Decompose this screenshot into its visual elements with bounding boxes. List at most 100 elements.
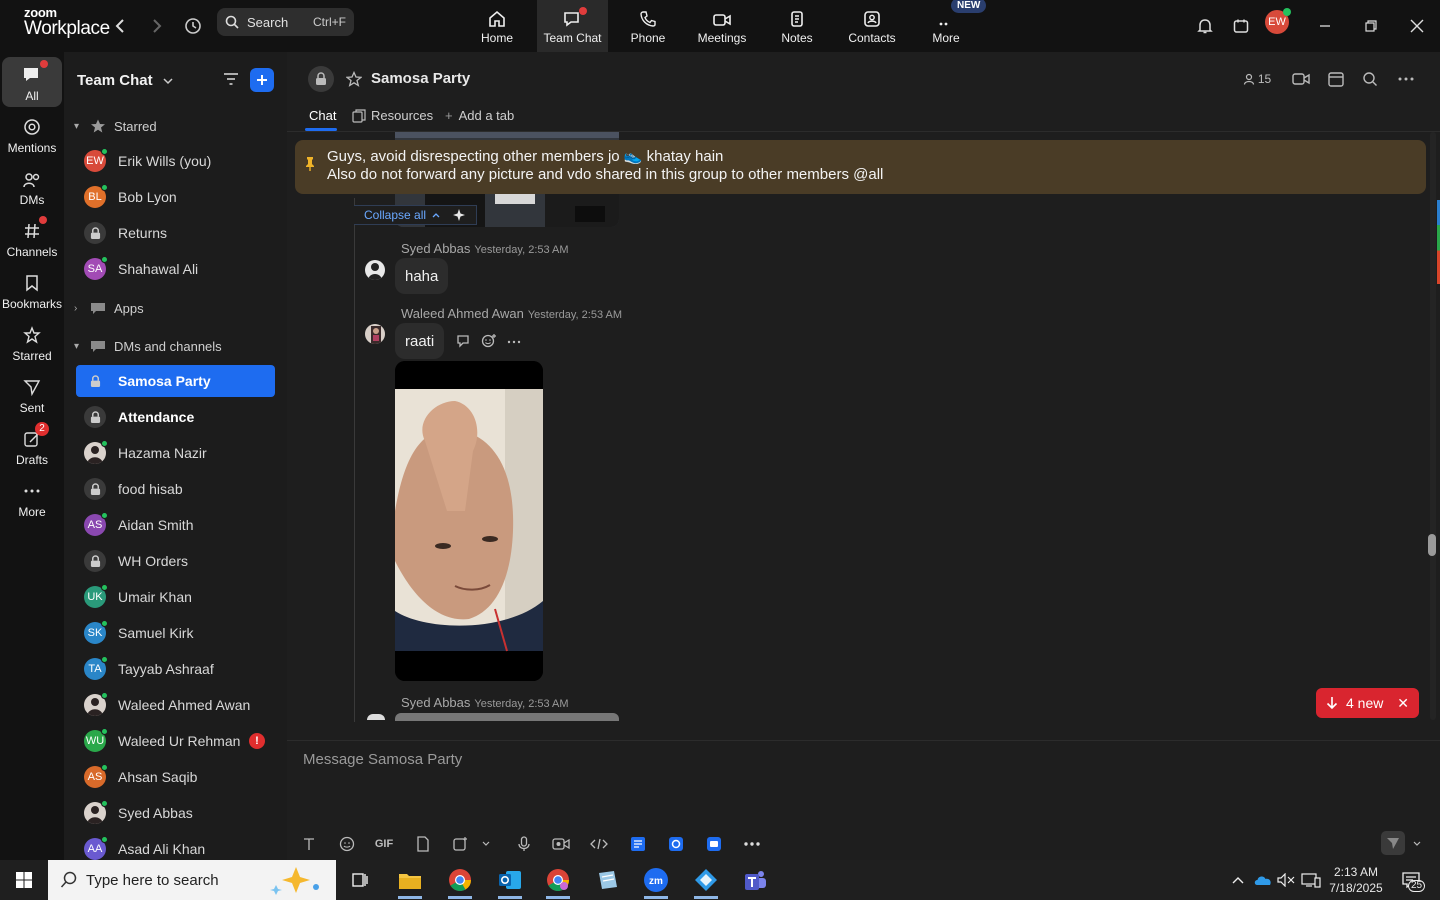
close-icon[interactable] <box>1403 12 1431 40</box>
nav-team-chat[interactable]: Team Chat <box>537 0 608 52</box>
volume-muted-icon[interactable] <box>1276 860 1296 900</box>
maximize-icon[interactable] <box>1357 12 1385 40</box>
network-icon[interactable] <box>1300 860 1322 900</box>
video-message-icon[interactable] <box>550 833 572 855</box>
nav-phone[interactable]: Phone <box>624 0 672 52</box>
avatar-syed-abbas[interactable] <box>365 260 385 280</box>
shared-photo[interactable] <box>395 361 543 681</box>
nav-meetings[interactable]: Meetings <box>692 0 752 52</box>
nav-home[interactable]: Home <box>473 0 521 52</box>
sidebar-item-waleed-ur-rehman[interactable]: WU Waleed Ur Rehman! <box>76 725 275 757</box>
rail-more[interactable]: More <box>2 473 62 523</box>
message-input[interactable]: Message Samosa Party <box>303 751 462 768</box>
message-bubble[interactable]: raati <box>395 323 445 359</box>
screenshot-icon[interactable] <box>449 833 471 855</box>
section-dms-channels[interactable]: ▾ DMs and channels <box>74 335 222 357</box>
rail-bookmarks[interactable]: Bookmarks <box>2 265 62 315</box>
sender-name[interactable]: Syed Abbas <box>401 241 470 256</box>
add-reaction-icon[interactable] <box>481 333 497 349</box>
sidebar-item-returns[interactable]: Returns <box>76 217 275 249</box>
rail-starred[interactable]: Starred <box>2 317 62 367</box>
sidebar-item-food-hisab[interactable]: food hisab <box>76 473 275 505</box>
message-bubble[interactable]: haha <box>395 258 449 294</box>
nav-notes[interactable]: Notes <box>773 0 821 52</box>
sidebar-item-samosa-party[interactable]: Samosa Party <box>76 365 275 397</box>
zoom-app-icon[interactable]: zm <box>636 864 676 899</box>
notifications-icon[interactable]: 25 <box>1394 860 1428 900</box>
whiteboard-app-icon[interactable] <box>665 833 687 855</box>
collapse-all-button[interactable]: Collapse all <box>354 205 478 225</box>
calendar-icon[interactable] <box>1227 12 1255 40</box>
forward-icon[interactable] <box>143 12 171 40</box>
outlook-icon[interactable] <box>490 864 530 899</box>
sender-name[interactable]: Syed Abbas <box>401 695 470 710</box>
more-options-icon[interactable] <box>1393 68 1419 90</box>
pinned-message-banner[interactable]: Guys, avoid disrespecting other members … <box>295 140 1426 194</box>
new-messages-button[interactable]: 4 new ✕ <box>1316 688 1419 718</box>
chrome-profile-icon[interactable] <box>538 864 578 899</box>
search-box[interactable]: Search Ctrl+F <box>217 8 354 36</box>
rail-sent[interactable]: Sent <box>2 369 62 419</box>
windows-start-icon[interactable] <box>4 864 44 896</box>
taskbar-search[interactable]: Type here to search <box>48 860 336 900</box>
rail-dms[interactable]: DMs <box>2 161 62 211</box>
onedrive-icon[interactable] <box>1252 860 1274 900</box>
sidebar-item-waleed-ahmed-awan[interactable]: Waleed Ahmed Awan <box>76 689 275 721</box>
video-call-icon[interactable] <box>1288 68 1314 90</box>
sidebar-item-bob-lyon[interactable]: BL Bob Lyon <box>76 181 275 213</box>
sidebar-item-erik-wills-you[interactable]: EW Erik Wills (you) <box>76 145 275 177</box>
tab-add[interactable]: + Add a tab <box>445 108 514 123</box>
sidebar-item-syed-abbas[interactable]: Syed Abbas <box>76 797 275 829</box>
text-format-icon[interactable] <box>298 833 320 855</box>
avatar-syed-abbas[interactable] <box>367 714 385 720</box>
teams-icon[interactable] <box>734 864 774 896</box>
close-icon[interactable]: ✕ <box>1397 695 1409 712</box>
search-icon[interactable] <box>1357 68 1383 90</box>
gif-icon[interactable]: GIF <box>373 833 395 855</box>
back-icon[interactable] <box>106 12 134 40</box>
code-icon[interactable] <box>588 833 610 855</box>
message-more-icon[interactable] <box>506 333 522 349</box>
notepad-app-icon[interactable] <box>588 864 628 896</box>
task-view-icon[interactable] <box>340 864 380 896</box>
emoji-icon[interactable] <box>336 833 358 855</box>
chrome-icon[interactable] <box>440 864 480 899</box>
send-button[interactable] <box>1381 831 1405 855</box>
sidebar-item-samuel-kirk[interactable]: SK Samuel Kirk <box>76 617 275 649</box>
sidebar-title[interactable]: Team Chat <box>77 72 173 89</box>
sidebar-item-tayyab-ashraaf[interactable]: TA Tayyab Ashraaf <box>76 653 275 685</box>
members-button[interactable]: 15 <box>1237 68 1277 90</box>
sidebar-item-aidan-smith[interactable]: AS Aidan Smith <box>76 509 275 541</box>
new-chat-button[interactable] <box>250 68 274 92</box>
star-icon[interactable] <box>346 71 362 87</box>
channel-name[interactable]: Samosa Party <box>371 70 470 87</box>
history-icon[interactable] <box>179 12 207 40</box>
bell-icon[interactable] <box>1191 12 1219 40</box>
chevron-down-icon[interactable] <box>475 833 497 855</box>
scrollbar-thumb[interactable] <box>1428 534 1436 556</box>
tab-chat[interactable]: Chat <box>309 108 336 123</box>
more-tools-icon[interactable] <box>741 833 763 855</box>
chevron-up-icon[interactable] <box>1228 860 1248 900</box>
sidebar-item-shahawal-ali[interactable]: SA Shahawal Ali <box>76 253 275 285</box>
clips-app-icon[interactable] <box>703 833 725 855</box>
filter-icon[interactable] <box>222 71 240 87</box>
send-options-icon[interactable] <box>1406 833 1428 855</box>
rail-mentions[interactable]: Mentions <box>2 109 62 159</box>
sender-name[interactable]: Waleed Ahmed Awan <box>401 306 524 321</box>
scrollbar-track[interactable] <box>1430 132 1436 720</box>
sidebar-item-ahsan-saqib[interactable]: AS Ahsan Saqib <box>76 761 275 793</box>
tab-resources[interactable]: Resources <box>352 108 433 123</box>
section-apps[interactable]: › Apps <box>74 297 144 319</box>
file-explorer-icon[interactable] <box>390 864 430 899</box>
clock[interactable]: 2:13 AM 7/18/2025 <box>1326 860 1386 900</box>
minimize-icon[interactable] <box>1311 12 1339 40</box>
nav-more[interactable]: NEW More <box>922 0 987 52</box>
reply-icon[interactable] <box>456 333 472 349</box>
sidebar-item-hazama-nazir[interactable]: Hazama Nazir <box>76 437 275 469</box>
microphone-icon[interactable] <box>513 833 535 855</box>
rail-all[interactable]: All <box>2 57 62 107</box>
sidebar-item-umair-khan[interactable]: UK Umair Khan <box>76 581 275 613</box>
file-icon[interactable] <box>412 833 434 855</box>
sidebar-item-attendance[interactable]: Attendance <box>76 401 275 433</box>
